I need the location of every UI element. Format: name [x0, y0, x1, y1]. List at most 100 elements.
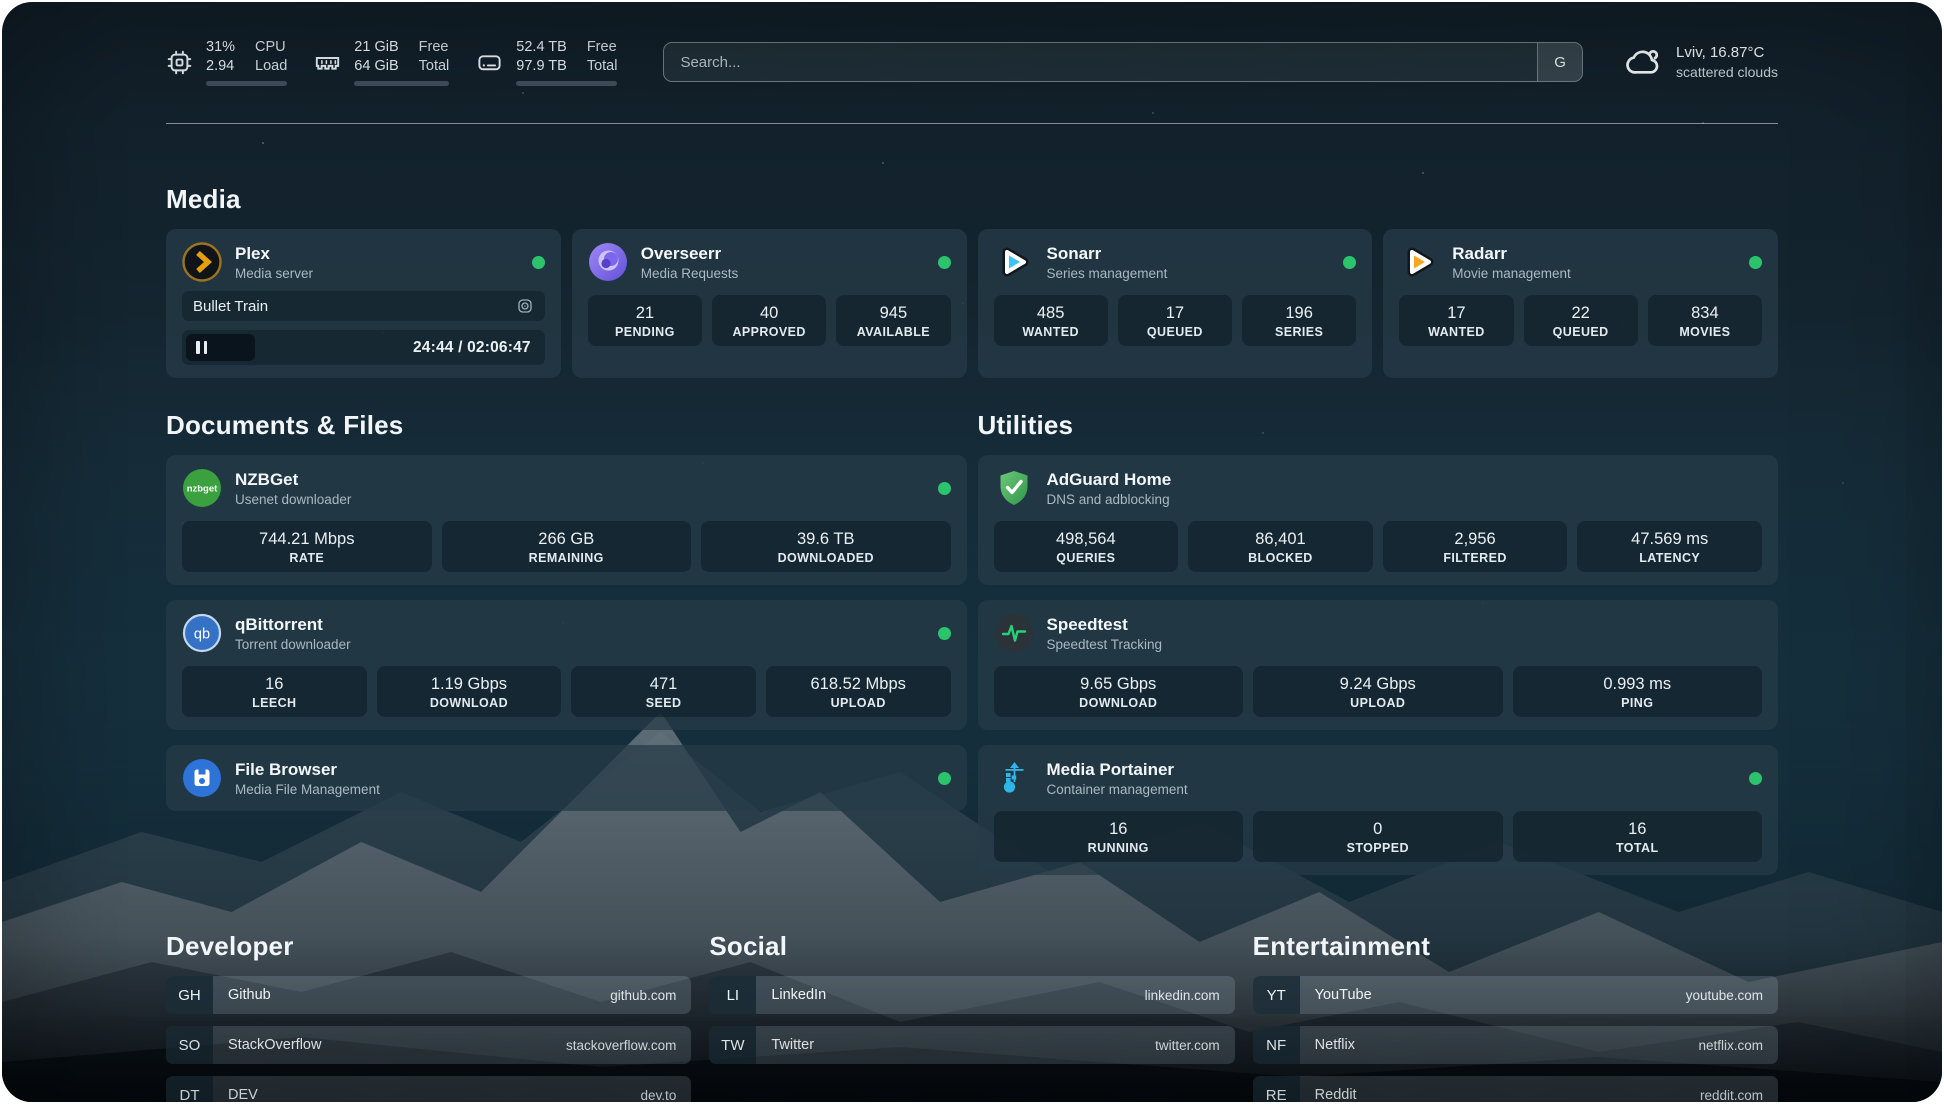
nzbget-stat-remaining: 266 GBREMAINING — [442, 521, 692, 572]
system-stats: 31% CPU 2.94 Load 21 GiB Free — [166, 38, 617, 86]
disk-stat: 52.4 TB Free 97.9 TB Total — [476, 38, 617, 86]
overseerr-subtitle: Media Requests — [641, 265, 739, 282]
radarr-stat-queued: 22QUEUED — [1524, 295, 1638, 346]
card-speedtest[interactable]: Speedtest Speedtest Tracking 9.65 GbpsDO… — [978, 600, 1779, 730]
radarr-status-dot — [1749, 256, 1762, 269]
radarr-stat-wanted: 17WANTED — [1399, 295, 1513, 346]
documents-section-title: Documents & Files — [166, 410, 967, 441]
overseerr-stat-approved: 40APPROVED — [712, 295, 826, 346]
plex-now-playing-row: Bullet Train — [182, 291, 545, 321]
developer-section-title: Developer — [166, 931, 691, 962]
card-filebrowser[interactable]: File Browser Media File Management — [166, 745, 967, 811]
overseerr-title: Overseerr — [641, 243, 739, 265]
qbittorrent-title: qBittorrent — [235, 614, 351, 636]
adguard-title: AdGuard Home — [1047, 469, 1172, 491]
netflix-url: netflix.com — [1698, 1038, 1763, 1053]
cpu-usage-label: CPU — [255, 38, 287, 57]
section-utilities: Utilities AdGuard Home — [978, 410, 1779, 875]
overseerr-icon — [588, 242, 628, 282]
stackoverflow-name: StackOverflow — [228, 1037, 321, 1053]
topbar-divider — [166, 123, 1778, 124]
section-entertainment: Entertainment YT YouTube youtube.com NF … — [1253, 931, 1778, 1102]
sonarr-stat-queued: 17QUEUED — [1118, 295, 1232, 346]
filebrowser-status-dot — [938, 772, 951, 785]
now-playing-view-icon[interactable] — [516, 297, 534, 315]
github-url: github.com — [610, 988, 676, 1003]
dashboard-window: 31% CPU 2.94 Load 21 GiB Free — [2, 2, 1942, 1102]
cloud-icon — [1625, 43, 1663, 81]
search-input[interactable] — [663, 42, 1583, 82]
card-sonarr[interactable]: Sonarr Series management 485WANTED 17QUE… — [978, 229, 1373, 378]
qbittorrent-icon: qb — [182, 613, 222, 653]
cpu-load-value: 2.94 — [206, 57, 235, 76]
radarr-icon — [1399, 242, 1439, 282]
portainer-subtitle: Container management — [1047, 781, 1188, 798]
sonarr-title: Sonarr — [1047, 243, 1168, 265]
filebrowser-icon — [182, 758, 222, 798]
dev-name: DEV — [228, 1087, 258, 1102]
search-provider-button[interactable]: G — [1537, 43, 1582, 81]
card-overseerr[interactable]: Overseerr Media Requests 21PENDING 40APP… — [572, 229, 967, 378]
reddit-abbr-badge: RE — [1253, 1076, 1300, 1102]
adguard-subtitle: DNS and adblocking — [1047, 491, 1172, 508]
bookmark-linkedin[interactable]: LI LinkedIn linkedin.com — [709, 976, 1234, 1014]
disk-total-value: 97.9 TB — [516, 57, 567, 76]
nzbget-icon: nzbget — [182, 468, 222, 508]
bookmark-reddit[interactable]: RE Reddit reddit.com — [1253, 1076, 1778, 1102]
twitter-name: Twitter — [771, 1037, 814, 1053]
memory-free-label: Free — [419, 38, 450, 57]
bookmark-youtube[interactable]: YT YouTube youtube.com — [1253, 976, 1778, 1014]
nzbget-stat-rate: 744.21 MbpsRATE — [182, 521, 432, 572]
disk-free-label: Free — [587, 38, 618, 57]
memory-free-value: 21 GiB — [354, 38, 398, 57]
top-bar: 31% CPU 2.94 Load 21 GiB Free — [166, 38, 1778, 86]
nzbget-stat-downloaded: 39.6 TBDOWNLOADED — [701, 521, 951, 572]
bookmark-twitter[interactable]: TW Twitter twitter.com — [709, 1026, 1234, 1064]
plex-subtitle: Media server — [235, 265, 313, 282]
stackoverflow-url: stackoverflow.com — [566, 1038, 676, 1053]
bookmark-github[interactable]: GH Github github.com — [166, 976, 691, 1014]
disk-icon — [476, 49, 503, 76]
github-abbr-badge: GH — [166, 976, 213, 1014]
card-adguard[interactable]: AdGuard Home DNS and adblocking 498,564Q… — [978, 455, 1779, 585]
youtube-name: YouTube — [1315, 987, 1372, 1003]
sonarr-status-dot — [1343, 256, 1356, 269]
radarr-subtitle: Movie management — [1452, 265, 1571, 282]
youtube-url: youtube.com — [1686, 988, 1763, 1003]
adguard-stat-filtered: 2,956FILTERED — [1383, 521, 1568, 572]
overseerr-status-dot — [938, 256, 951, 269]
linkedin-url: linkedin.com — [1145, 988, 1220, 1003]
card-portainer[interactable]: Media Portainer Container management 16R… — [978, 745, 1779, 875]
overseerr-stat-available: 945AVAILABLE — [836, 295, 950, 346]
memory-total-label: Total — [419, 57, 450, 76]
svg-text:qb: qb — [194, 627, 210, 643]
card-nzbget[interactable]: nzbget NZBGet Usenet downloader 744.21 M… — [166, 455, 967, 585]
card-radarr[interactable]: Radarr Movie management 17WANTED 22QUEUE… — [1383, 229, 1778, 378]
ram-icon — [314, 49, 341, 76]
bookmark-netflix[interactable]: NF Netflix netflix.com — [1253, 1026, 1778, 1064]
cpu-progress-bar — [206, 81, 287, 86]
qbittorrent-stat-upload: 618.52 MbpsUPLOAD — [766, 666, 951, 717]
cpu-icon — [166, 49, 193, 76]
filebrowser-title: File Browser — [235, 759, 380, 781]
svg-text:nzbget: nzbget — [187, 484, 218, 495]
pause-icon[interactable] — [196, 341, 207, 354]
adguard-icon — [994, 468, 1034, 508]
nzbget-subtitle: Usenet downloader — [235, 491, 351, 508]
plex-progress-row: 24:44 / 02:06:47 — [182, 330, 545, 365]
memory-stat: 21 GiB Free 64 GiB Total — [314, 38, 449, 86]
card-qbittorrent[interactable]: qb qBittorrent Torrent downloader 16LEEC… — [166, 600, 967, 730]
plex-status-dot — [532, 256, 545, 269]
speedtest-title: Speedtest — [1047, 614, 1163, 636]
memory-progress-bar — [354, 81, 449, 86]
speedtest-icon — [994, 613, 1034, 653]
bookmark-dev[interactable]: DT DEV dev.to — [166, 1076, 691, 1102]
qbittorrent-subtitle: Torrent downloader — [235, 636, 351, 653]
qbittorrent-stat-seed: 471SEED — [571, 666, 756, 717]
speedtest-stat-download: 9.65 GbpsDOWNLOAD — [994, 666, 1244, 717]
linkedin-abbr-badge: LI — [709, 976, 756, 1014]
bookmark-stackoverflow[interactable]: SO StackOverflow stackoverflow.com — [166, 1026, 691, 1064]
plex-now-playing-title: Bullet Train — [193, 298, 268, 315]
card-plex[interactable]: Plex Media server Bullet Train — [166, 229, 561, 378]
portainer-icon — [994, 758, 1034, 798]
